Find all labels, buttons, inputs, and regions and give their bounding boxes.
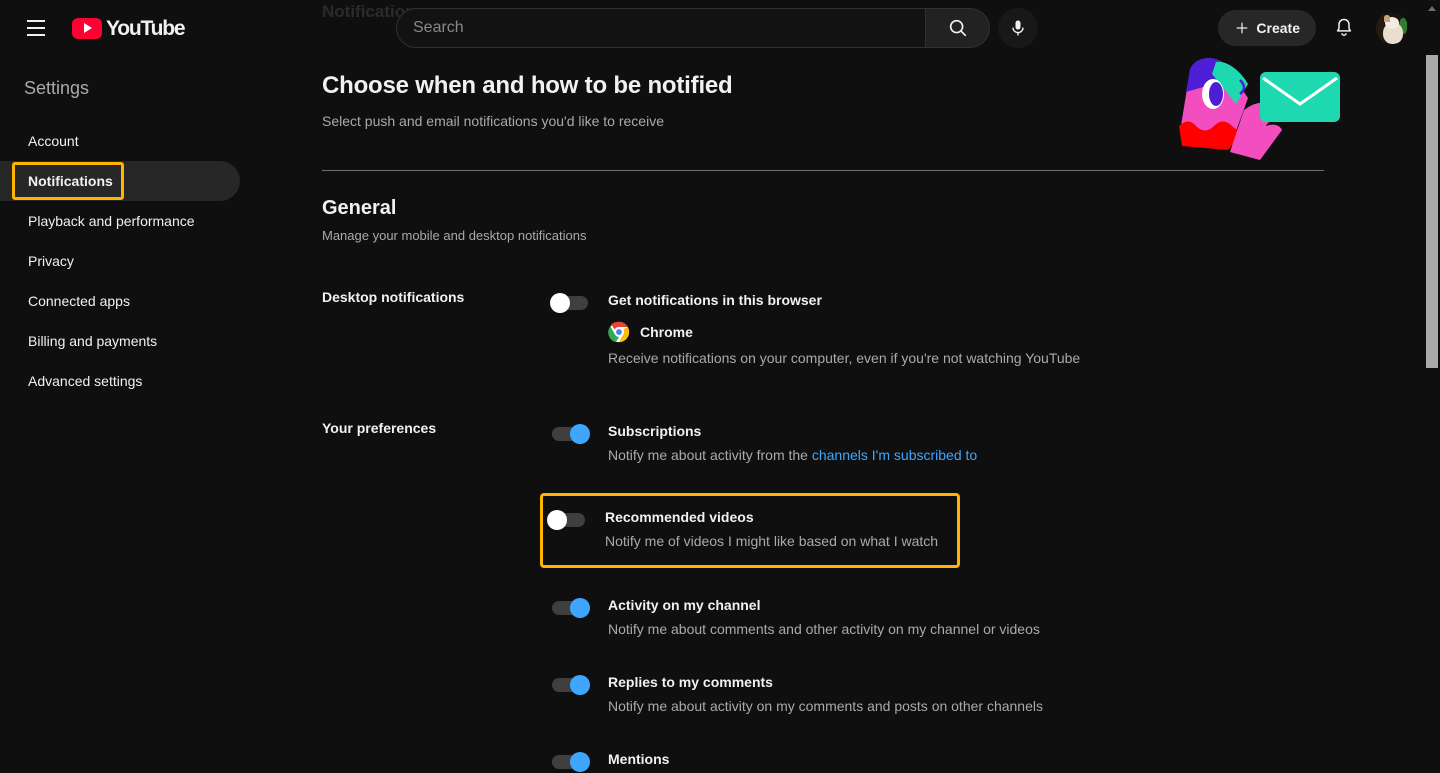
pref-text: Get notifications in this browser Chrome…	[608, 291, 1080, 368]
sidebar-item-account[interactable]: Account	[0, 121, 240, 161]
sidebar-item-label: Playback and performance	[28, 213, 195, 229]
desktop-notifications-group: Desktop notifications Get notifications …	[322, 285, 1424, 374]
section-divider	[322, 170, 1324, 171]
hamburger-menu-icon[interactable]	[16, 8, 56, 48]
pref-row-get-notifications-in-this-browser[interactable]: Get notifications in this browser Chrome…	[546, 285, 1424, 374]
your-preferences-group: Your preferences Subscriptions Notify me…	[322, 416, 1424, 773]
toggle-replies-to-my-comments[interactable]	[552, 675, 590, 695]
scroll-up-arrow-icon[interactable]	[1424, 0, 1440, 16]
desktop-notifications-rows: Get notifications in this browser Chrome…	[546, 285, 1424, 374]
chrome-icon	[608, 321, 630, 343]
pref-title: Recommended videos	[605, 509, 754, 525]
general-section: General Manage your mobile and desktop n…	[240, 197, 1424, 773]
toggle-recommended-videos[interactable]	[547, 510, 585, 530]
pref-text: Activity on my channel Notify me about c…	[608, 596, 1040, 639]
pref-title: Get notifications in this browser	[608, 292, 822, 308]
youtube-logo[interactable]: YouTube	[72, 8, 186, 48]
pref-row-activity-on-my-channel[interactable]: Activity on my channel Notify me about c…	[546, 590, 1424, 645]
toggle-activity-on-my-channel[interactable]	[552, 598, 590, 618]
sidebar-item-privacy[interactable]: Privacy	[0, 241, 240, 281]
sidebar-item-playback-and-performance[interactable]: Playback and performance	[0, 201, 240, 241]
sidebar-nav: Account Notifications Playback and perfo…	[0, 121, 240, 401]
pref-description-text: Notify me about activity from the	[608, 447, 812, 463]
browser-name: Chrome	[640, 324, 693, 340]
group-label-your-preferences: Your preferences	[322, 420, 437, 436]
pref-text: Mentions Notify me when others mention m…	[608, 750, 876, 773]
toggle-subscriptions[interactable]	[552, 424, 590, 444]
subscribed-channels-link[interactable]: channels I'm subscribed to	[812, 447, 977, 463]
pref-description: Notify me about comments and other activ…	[608, 621, 1040, 637]
sidebar-item-notifications[interactable]: Notifications	[0, 161, 240, 201]
pref-description: Receive notifications on your computer, …	[608, 350, 1081, 366]
page-header: Choose when and how to be notified Selec…	[240, 56, 1424, 160]
sidebar-item-label: Account	[28, 133, 79, 149]
pref-description: Notify me about activity on my comments …	[608, 698, 1043, 714]
page-scrollbar[interactable]	[1424, 0, 1440, 773]
pref-description: Notify me of videos I might like based o…	[605, 533, 939, 549]
sidebar: Settings Account Notifications Playback …	[0, 56, 240, 773]
masthead: YouTube	[0, 0, 1424, 56]
youtube-logo-text: YouTube	[106, 16, 186, 40]
sidebar-item-label: Privacy	[28, 253, 74, 269]
sidebar-item-advanced-settings[interactable]: Advanced settings	[0, 361, 240, 401]
toggle-mentions[interactable]	[552, 752, 590, 772]
pref-text: Replies to my comments Notify me about a…	[608, 673, 1043, 716]
pref-title: Replies to my comments	[608, 674, 773, 690]
pref-title: Mentions	[608, 751, 670, 767]
main-content: Choose when and how to be notified Selec…	[240, 56, 1424, 773]
youtube-settings-page: Notifications YouTube Search Create Sett…	[0, 0, 1440, 773]
toggle-get-notifications-in-this-browser[interactable]	[550, 293, 588, 313]
envelope-character-illustration	[1175, 56, 1340, 160]
sidebar-title: Settings	[24, 78, 90, 98]
pref-text: Recommended videos Notify me of videos I…	[605, 508, 938, 551]
sidebar-item-label: Billing and payments	[28, 333, 158, 349]
group-label-desktop-notifications: Desktop notifications	[322, 289, 465, 305]
sidebar-item-label: Notifications	[28, 173, 113, 189]
browser-line: Chrome	[608, 321, 1080, 343]
pref-row-recommended-videos[interactable]: Recommended videos Notify me of videos I…	[540, 493, 960, 568]
sidebar-item-billing-and-payments[interactable]: Billing and payments	[0, 321, 240, 361]
section-subtitle: Manage your mobile and desktop notificat…	[322, 228, 587, 243]
sidebar-item-connected-apps[interactable]: Connected apps	[0, 281, 240, 321]
sidebar-item-label: Advanced settings	[28, 373, 143, 389]
pref-description: Notify me about activity from the channe…	[608, 446, 977, 465]
pref-row-mentions[interactable]: Mentions Notify me when others mention m…	[546, 744, 1424, 773]
pref-row-replies-to-my-comments[interactable]: Replies to my comments Notify me about a…	[546, 667, 1424, 722]
pref-row-subscriptions[interactable]: Subscriptions Notify me about activity f…	[546, 416, 1424, 471]
section-title: General	[322, 197, 397, 219]
pref-title: Subscriptions	[608, 423, 702, 439]
scrollbar-thumb[interactable]	[1426, 55, 1438, 368]
youtube-play-icon	[72, 17, 102, 39]
your-preferences-rows: Subscriptions Notify me about activity f…	[540, 416, 1424, 773]
sidebar-item-label: Connected apps	[28, 293, 130, 309]
pref-title: Activity on my channel	[608, 597, 761, 613]
pref-text: Subscriptions Notify me about activity f…	[608, 422, 977, 465]
